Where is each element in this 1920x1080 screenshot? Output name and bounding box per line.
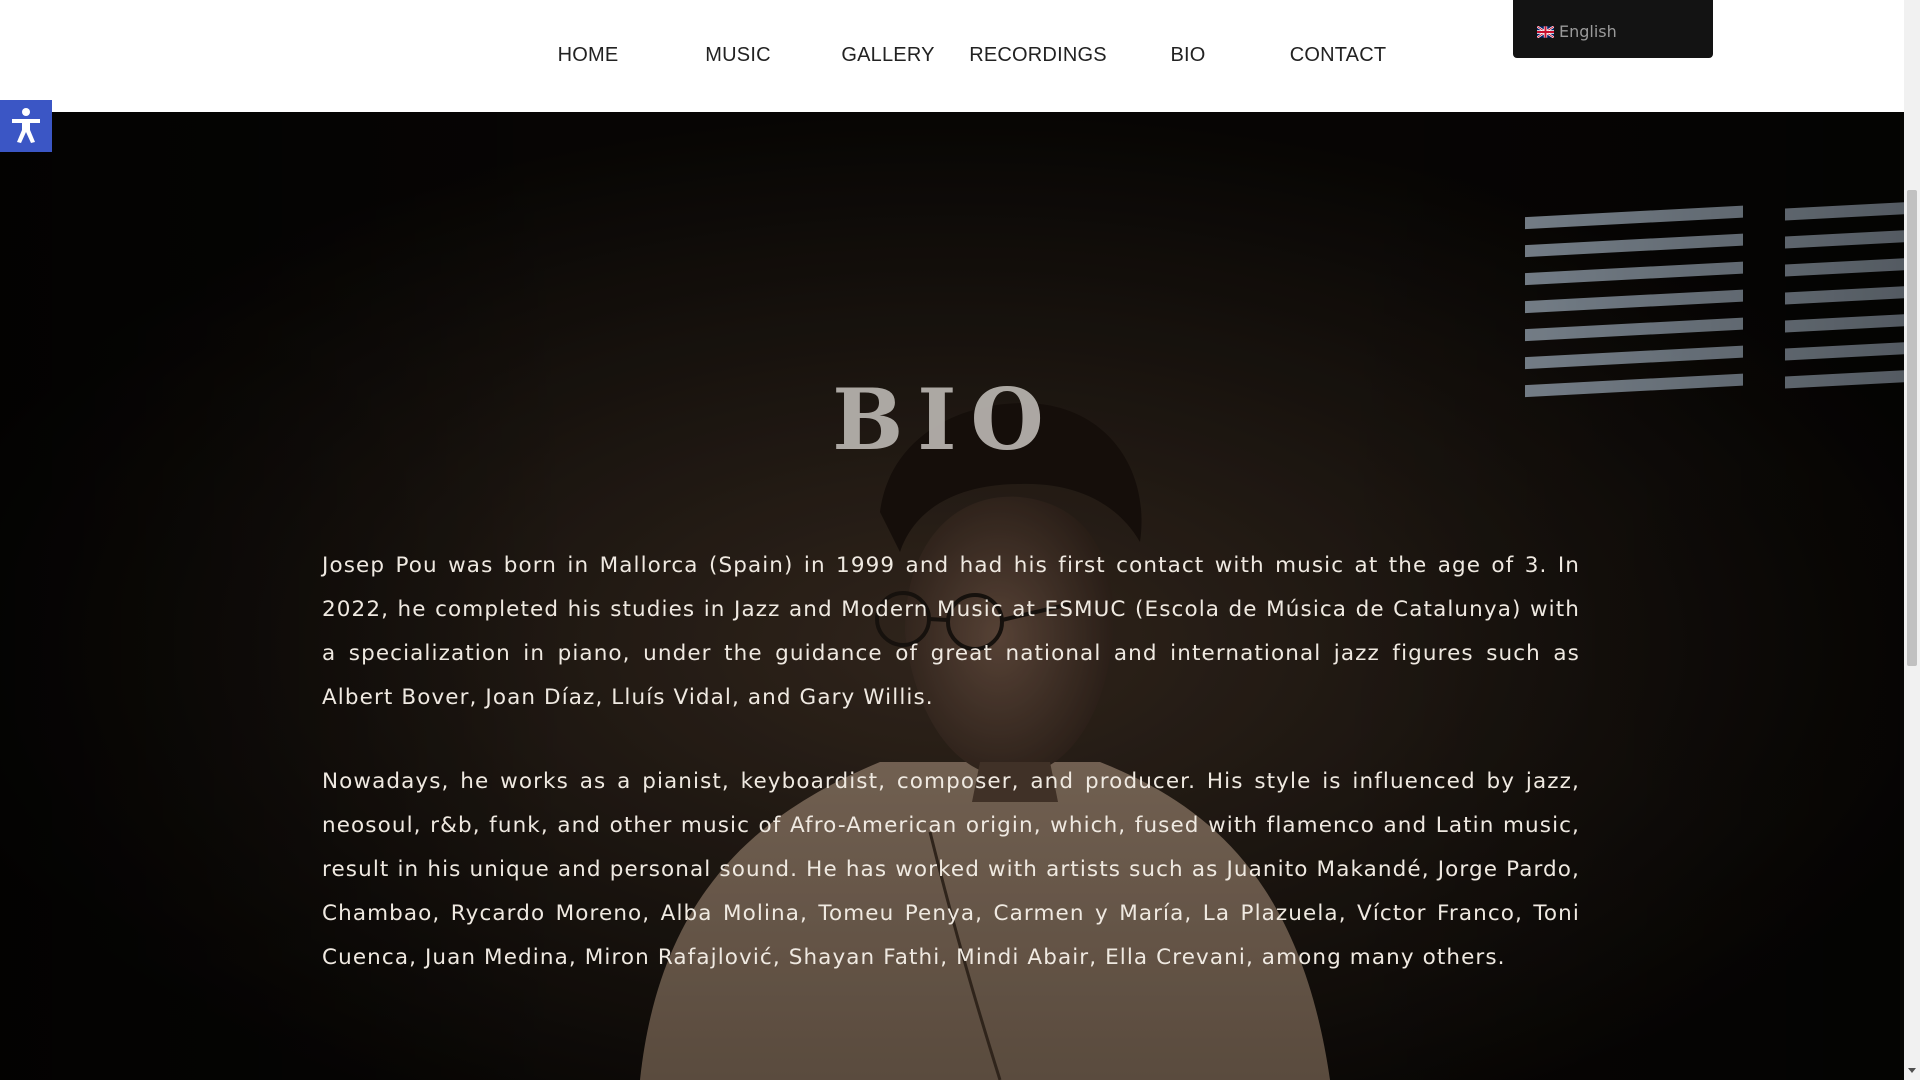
nav-recordings[interactable]: RECORDINGS xyxy=(969,44,1107,67)
language-label: English xyxy=(1559,22,1617,41)
bio-hero-section: BIO Josep Pou was born in Mallorca (Spai… xyxy=(0,112,1904,1080)
nav-contact[interactable]: CONTACT xyxy=(1290,44,1387,67)
nav-gallery[interactable]: GALLERY xyxy=(841,44,934,67)
language-switcher[interactable]: English xyxy=(1513,0,1713,58)
nav-home[interactable]: HOME xyxy=(558,44,619,67)
bio-paragraph: Josep Pou was born in Mallorca (Spain) i… xyxy=(322,553,1580,710)
bio-paragraph: Nowadays, he works as a pianist, keyboar… xyxy=(322,769,1580,970)
page-scrollbar[interactable] xyxy=(1904,0,1920,1080)
scrollbar-thumb[interactable] xyxy=(1907,190,1917,666)
nav-bio[interactable]: BIO xyxy=(1170,44,1205,67)
accessibility-button[interactable] xyxy=(0,100,52,152)
uk-flag-icon xyxy=(1537,26,1554,38)
page-title: BIO xyxy=(832,370,1058,469)
accessibility-person-icon xyxy=(12,108,40,143)
nav-music[interactable]: MUSIC xyxy=(705,44,770,67)
scroll-down-arrow-icon[interactable] xyxy=(1908,1068,1916,1073)
